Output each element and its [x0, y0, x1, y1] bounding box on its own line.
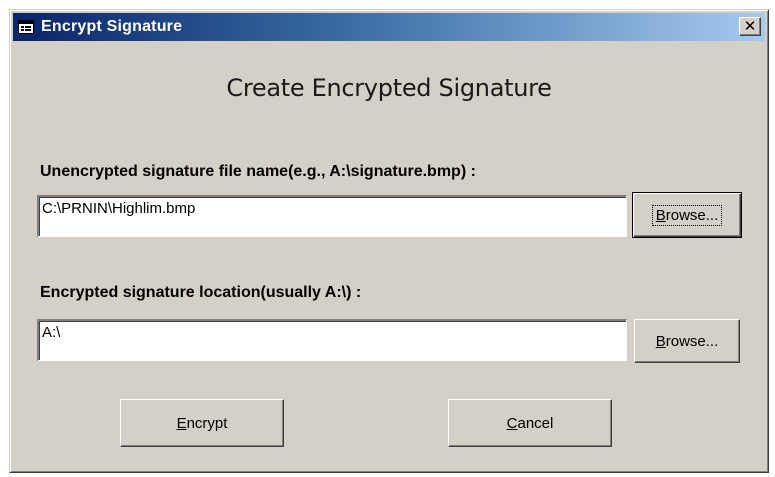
source-file-input[interactable]: C:\PRNIN\Highlim.bmp — [37, 195, 627, 237]
source-file-label: Unencrypted signature file name(e.g., A:… — [40, 163, 476, 180]
close-button[interactable]: ✕ — [739, 17, 761, 36]
destination-browse-button[interactable]: Browse... — [634, 319, 740, 363]
title-bar[interactable]: Encrypt Signature ✕ — [13, 13, 765, 41]
encrypt-button[interactable]: Encrypt — [120, 399, 284, 447]
form-icon — [18, 20, 34, 34]
encrypt-button-label: Encrypt — [176, 414, 228, 432]
cancel-button-label: Cancel — [506, 414, 554, 432]
browse-button-label: Browse... — [651, 204, 723, 226]
close-icon: ✕ — [743, 17, 757, 35]
browse-button-label: Browse... — [655, 332, 719, 350]
destination-label: Encrypted signature location(usually A:\… — [40, 284, 362, 301]
cancel-button[interactable]: Cancel — [448, 399, 612, 447]
window-title: Encrypt Signature — [41, 18, 183, 35]
destination-input[interactable]: A:\ — [37, 319, 627, 361]
source-browse-button[interactable]: Browse... — [632, 192, 742, 238]
page-title: Create Encrypted Signature — [226, 74, 552, 102]
encrypt-signature-dialog: Encrypt Signature ✕ Create Encrypted Sig… — [9, 9, 769, 473]
